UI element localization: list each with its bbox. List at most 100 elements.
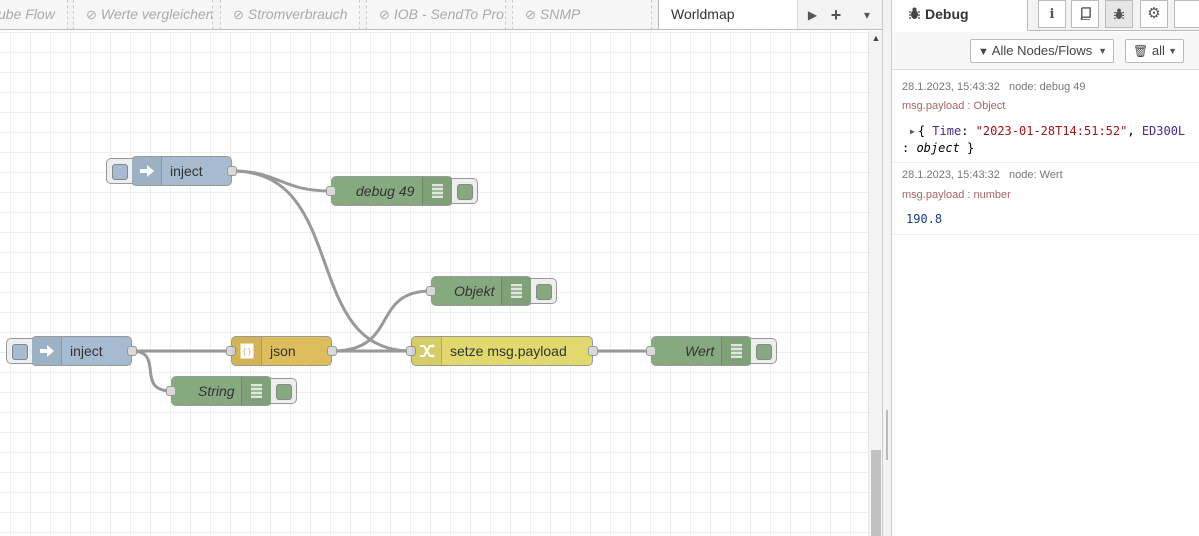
list-icon xyxy=(721,337,751,365)
scrollbar-thumb[interactable] xyxy=(871,450,881,536)
node-label: setze msg.payload xyxy=(450,343,567,359)
plus-icon: + xyxy=(830,5,842,25)
tab-label: SNMP xyxy=(539,6,581,22)
output-port[interactable] xyxy=(588,346,598,356)
brace: } xyxy=(959,141,975,155)
tab-worldmap[interactable]: Worldmap xyxy=(658,0,798,29)
clear-label: all xyxy=(1151,43,1165,58)
input-port[interactable] xyxy=(646,346,656,356)
tab-werte-vergleichen[interactable]: ⊘ Werte vergleichen xyxy=(73,0,213,29)
inject-node-1[interactable]: inject xyxy=(106,156,237,186)
message-topic: msg.payload : Object xyxy=(902,100,1006,112)
toggle-face[interactable] xyxy=(457,184,473,200)
disabled-icon: ⊘ xyxy=(525,7,536,22)
book-icon xyxy=(1080,7,1091,21)
debug-node-string[interactable]: String xyxy=(166,376,297,406)
expand-caret-icon[interactable]: ▶ xyxy=(910,127,915,136)
object-value: "2023-01-28T14:51:52" xyxy=(975,124,1128,138)
tab-flow[interactable]: ube Flow xyxy=(0,0,68,29)
tab-iob-sendto[interactable]: ⊘ IOB - SendTo Pro xyxy=(366,0,506,29)
tab-snmp[interactable]: ⊘ SNMP xyxy=(512,0,652,29)
inject-button[interactable] xyxy=(106,158,132,184)
debug-button[interactable] xyxy=(1105,0,1133,28)
disabled-icon: ⊘ xyxy=(233,7,244,22)
debug-toggle-button[interactable] xyxy=(271,378,297,404)
workspace-tab-bar: ube Flow ⊘ Werte vergleichen ⊘ Stromverbra… xyxy=(0,0,882,30)
node-label: Wert xyxy=(685,343,715,359)
splitter-grip[interactable] xyxy=(886,410,888,460)
sidebar-more-button[interactable] xyxy=(1174,0,1199,28)
output-port[interactable] xyxy=(127,346,137,356)
tab-label: Stromverbrauch xyxy=(247,6,348,22)
node-red-editor: ube Flow ⊘ Werte vergleichen ⊘ Stromverbra… xyxy=(0,0,1199,536)
scroll-up-arrow-icon[interactable]: ▲ xyxy=(869,33,883,43)
input-port[interactable] xyxy=(426,286,436,296)
output-port[interactable] xyxy=(227,166,237,176)
inject-button-face[interactable] xyxy=(12,344,28,360)
debug-toggle-button[interactable] xyxy=(751,338,777,364)
brace: { xyxy=(917,124,933,138)
wire[interactable] xyxy=(131,349,172,393)
list-icon xyxy=(241,377,271,405)
inject-icon xyxy=(132,157,162,185)
input-port[interactable] xyxy=(326,186,336,196)
inject-button-face[interactable] xyxy=(112,164,128,180)
settings-button[interactable]: ⚙ xyxy=(1140,0,1168,28)
filter-icon: ▼ xyxy=(978,46,989,58)
debug-toggle-button[interactable] xyxy=(452,178,478,204)
trash-icon: 🗑 xyxy=(1133,44,1149,58)
colon: : xyxy=(902,141,917,155)
message-object-preview[interactable]: ▶{ Time: "2023-01-28T14:51:52", ED300L xyxy=(910,124,1185,138)
debug-node-wert[interactable]: Wert xyxy=(646,336,777,366)
bug-icon xyxy=(909,7,920,19)
sidebar-splitter[interactable] xyxy=(882,0,892,536)
inject-icon xyxy=(32,337,62,365)
debug-node-49[interactable]: debug 49 xyxy=(326,176,478,206)
toggle-face[interactable] xyxy=(276,384,292,400)
shuffle-icon xyxy=(412,337,442,365)
message-timestamp: 28.1.2023, 15:43:32 xyxy=(902,169,1000,181)
canvas-vertical-scrollbar[interactable]: ▲ xyxy=(868,31,882,536)
flow-canvas[interactable]: inject debug 49 Objekt inject {} json se… xyxy=(0,31,868,536)
debug-toggle-button[interactable] xyxy=(531,278,557,304)
separator: , xyxy=(1127,124,1142,138)
toggle-face[interactable] xyxy=(536,284,552,300)
input-port[interactable] xyxy=(166,386,176,396)
toggle-face[interactable] xyxy=(756,344,772,360)
debug-message[interactable]: 28.1.2023, 15:43:32 node: debug 49 msg.p… xyxy=(892,71,1199,163)
node-label: inject xyxy=(70,343,103,359)
json-braces-icon: {} xyxy=(232,337,262,365)
info-icon: i xyxy=(1049,7,1055,22)
tab-debug[interactable]: Debug xyxy=(892,0,1028,31)
caret-down-icon: ▼ xyxy=(1098,46,1107,56)
list-icon xyxy=(501,277,531,305)
disabled-icon: ⊘ xyxy=(379,7,390,22)
add-flow-button[interactable]: + xyxy=(821,0,851,29)
tab-label: Debug xyxy=(925,6,969,22)
debug-node-objekt[interactable]: Objekt xyxy=(426,276,557,306)
output-port[interactable] xyxy=(327,346,337,356)
message-object-preview-line2: : object } xyxy=(902,141,974,155)
change-node[interactable]: setze msg.payload xyxy=(406,336,598,366)
clear-dropdown[interactable]: 🗑 all ▼ xyxy=(1125,39,1184,63)
debug-toolbar: ▼ Alle Nodes/Flows ▼ 🗑 all ▼ xyxy=(892,32,1199,70)
tab-label: Werte vergleichen xyxy=(100,6,213,22)
inject-node-2[interactable]: inject xyxy=(6,336,137,366)
list-icon xyxy=(422,177,452,205)
help-button[interactable] xyxy=(1071,0,1099,28)
message-timestamp: 28.1.2023, 15:43:32 xyxy=(902,81,1000,93)
tab-stromverbrauch[interactable]: ⊘ Stromverbrauch xyxy=(220,0,360,29)
gear-icon: ⚙ xyxy=(1147,5,1161,22)
debug-message[interactable]: 28.1.2023, 15:43:32 node: Wert msg.paylo… xyxy=(892,163,1199,235)
filter-dropdown[interactable]: ▼ Alle Nodes/Flows ▼ xyxy=(970,39,1114,63)
inject-button[interactable] xyxy=(6,338,32,364)
json-node[interactable]: {} json xyxy=(226,336,337,366)
message-node: node: debug 49 xyxy=(1009,81,1086,93)
disabled-icon: ⊘ xyxy=(86,7,97,22)
node-label: String xyxy=(198,383,235,399)
tab-menu-button[interactable]: ▾ xyxy=(852,0,882,29)
sidebar-tab-bar: Debug i ⚙ xyxy=(892,0,1199,31)
node-label: json xyxy=(270,343,296,359)
chevron-down-icon: ▾ xyxy=(863,8,871,22)
info-button[interactable]: i xyxy=(1038,0,1066,28)
